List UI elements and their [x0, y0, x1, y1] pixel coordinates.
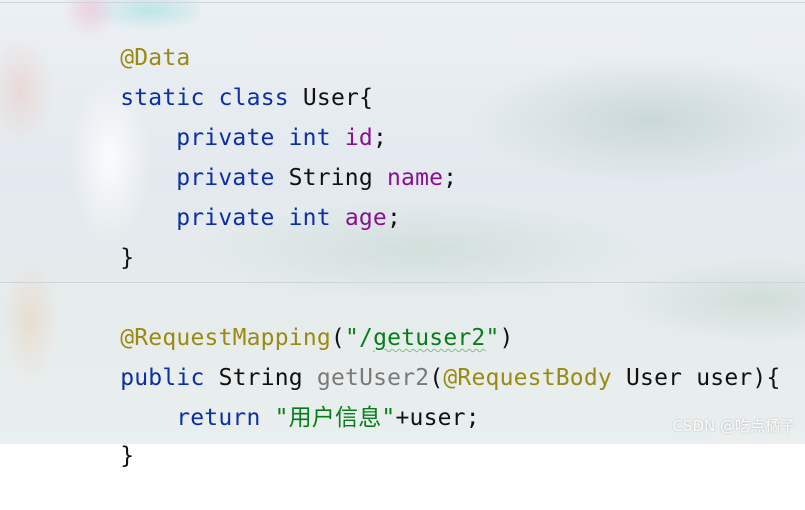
code-editor[interactable]: @Data static class User{ private int id;…	[0, 0, 805, 469]
close-brace: }	[120, 443, 135, 469]
semicolon: ;	[386, 205, 402, 231]
keyword-private: private	[176, 205, 275, 231]
code-line: return "用户信息"+user;	[120, 364, 480, 431]
code-line: @Data	[64, 4, 190, 71]
code-line: static class User{	[64, 44, 373, 111]
code-line: }	[64, 204, 134, 271]
field-age: age	[344, 205, 387, 231]
type-int: int	[288, 205, 331, 231]
watermark-text: CSDN @吃点橘子	[672, 417, 795, 435]
string-literal: "用户信息"	[274, 405, 396, 431]
code-line: private String name;	[120, 124, 457, 191]
code-line: @RequestMapping("/getuser2")	[64, 284, 514, 351]
return-expression: +user;	[395, 405, 480, 431]
keyword-return: return	[176, 405, 261, 431]
method-params: User user){	[611, 365, 781, 391]
semicolon: ;	[443, 165, 458, 191]
code-line: private int id;	[120, 84, 387, 151]
code-line: public String getUser2(@RequestBody User…	[64, 324, 781, 391]
close-brace: }	[120, 245, 135, 271]
code-line: private int age;	[120, 164, 401, 231]
code-line: }	[64, 402, 134, 469]
